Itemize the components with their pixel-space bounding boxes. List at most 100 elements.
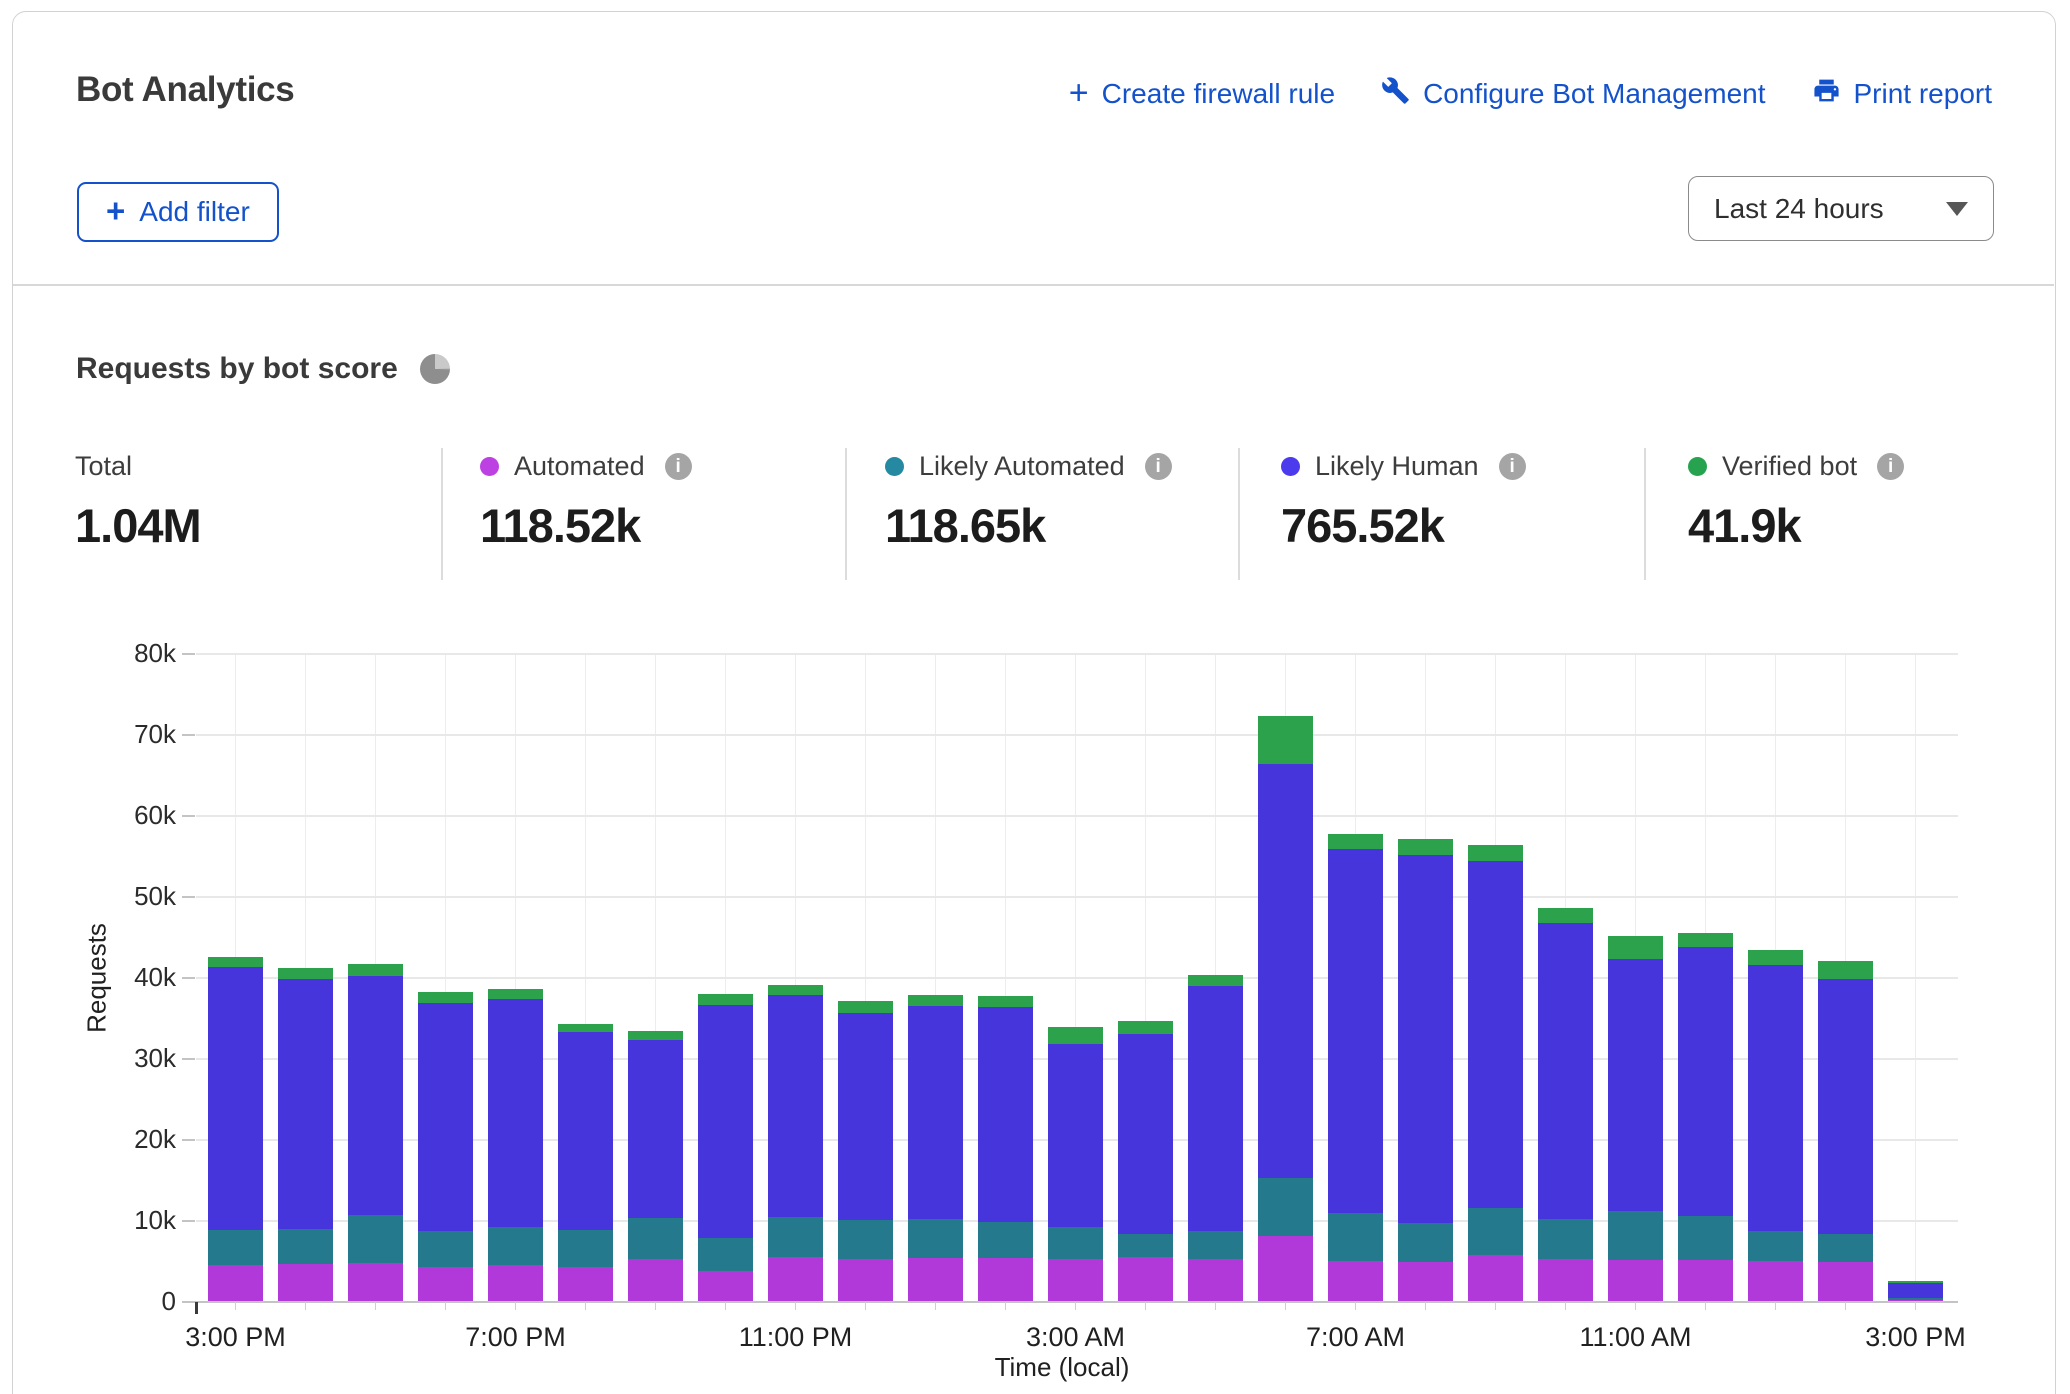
bar-segment-automated[interactable] xyxy=(1468,1255,1523,1302)
bar-segment-verified-bot[interactable] xyxy=(908,995,963,1006)
bar-segment-verified-bot[interactable] xyxy=(768,985,823,995)
bar-segment-verified-bot[interactable] xyxy=(1188,975,1243,986)
bar-segment-likely-human[interactable] xyxy=(768,995,823,1217)
bar-segment-likely-human[interactable] xyxy=(1188,986,1243,1231)
bar-segment-likely-automated[interactable] xyxy=(1398,1223,1453,1263)
bar-segment-verified-bot[interactable] xyxy=(278,968,333,979)
bar-segment-likely-human[interactable] xyxy=(628,1040,683,1217)
bar-segment-automated[interactable] xyxy=(1258,1236,1313,1302)
bar-segment-automated[interactable] xyxy=(628,1259,683,1302)
bar-segment-likely-human[interactable] xyxy=(1398,855,1453,1223)
bar-segment-likely-automated[interactable] xyxy=(628,1218,683,1259)
bar-segment-likely-human[interactable] xyxy=(1328,849,1383,1213)
bar-segment-automated[interactable] xyxy=(838,1259,893,1302)
bar-segment-likely-automated[interactable] xyxy=(1118,1234,1173,1257)
bar-segment-likely-automated[interactable] xyxy=(278,1229,333,1264)
bar-segment-automated[interactable] xyxy=(1188,1259,1243,1302)
bar-segment-likely-human[interactable] xyxy=(1888,1283,1943,1298)
bar-segment-likely-automated[interactable] xyxy=(908,1219,963,1259)
bar-segment-automated[interactable] xyxy=(1678,1260,1733,1302)
bar-segment-likely-automated[interactable] xyxy=(1608,1211,1663,1260)
bar-segment-likely-automated[interactable] xyxy=(208,1230,263,1265)
bar-segment-likely-human[interactable] xyxy=(698,1005,753,1238)
bar-segment-likely-human[interactable] xyxy=(1678,947,1733,1216)
bar-segment-likely-human[interactable] xyxy=(278,979,333,1229)
bar-segment-likely-human[interactable] xyxy=(1468,861,1523,1208)
bar-segment-verified-bot[interactable] xyxy=(698,994,753,1005)
bar-segment-verified-bot[interactable] xyxy=(1398,839,1453,855)
bar-segment-automated[interactable] xyxy=(1538,1259,1593,1302)
bar-segment-likely-automated[interactable] xyxy=(1748,1231,1803,1261)
bar-segment-automated[interactable] xyxy=(208,1265,263,1302)
bar-segment-automated[interactable] xyxy=(1328,1261,1383,1302)
bar-segment-likely-automated[interactable] xyxy=(1328,1213,1383,1261)
bar-segment-automated[interactable] xyxy=(348,1263,403,1302)
bar-segment-likely-automated[interactable] xyxy=(978,1222,1033,1258)
bar-segment-likely-human[interactable] xyxy=(978,1007,1033,1222)
bar-segment-likely-human[interactable] xyxy=(488,999,543,1227)
bar-segment-likely-automated[interactable] xyxy=(698,1238,753,1271)
bar-segment-verified-bot[interactable] xyxy=(348,964,403,975)
bar-segment-automated[interactable] xyxy=(1818,1262,1873,1302)
bar-segment-automated[interactable] xyxy=(768,1257,823,1302)
bar-segment-verified-bot[interactable] xyxy=(418,992,473,1003)
bar-segment-likely-human[interactable] xyxy=(208,967,263,1230)
bar-segment-likely-human[interactable] xyxy=(838,1013,893,1220)
bar-segment-likely-automated[interactable] xyxy=(1468,1208,1523,1255)
bar-segment-verified-bot[interactable] xyxy=(1048,1027,1103,1043)
bar-segment-likely-automated[interactable] xyxy=(1818,1234,1873,1262)
bar-segment-likely-human[interactable] xyxy=(1258,764,1313,1178)
bar-segment-verified-bot[interactable] xyxy=(488,989,543,1000)
bar-segment-verified-bot[interactable] xyxy=(1888,1281,1943,1282)
bar-segment-likely-automated[interactable] xyxy=(1048,1227,1103,1259)
bar-segment-automated[interactable] xyxy=(1398,1262,1453,1302)
bar-segment-automated[interactable] xyxy=(698,1271,753,1302)
bar-segment-likely-human[interactable] xyxy=(1818,979,1873,1234)
bar-segment-automated[interactable] xyxy=(978,1258,1033,1302)
bar-segment-verified-bot[interactable] xyxy=(1748,950,1803,965)
bar-segment-likely-human[interactable] xyxy=(1538,923,1593,1219)
bar-segment-automated[interactable] xyxy=(418,1267,473,1302)
bar-segment-verified-bot[interactable] xyxy=(628,1031,683,1040)
bar-segment-likely-human[interactable] xyxy=(1748,965,1803,1231)
bar-segment-automated[interactable] xyxy=(558,1267,613,1302)
bar-segment-likely-automated[interactable] xyxy=(838,1220,893,1259)
bar-segment-verified-bot[interactable] xyxy=(1328,834,1383,849)
bar-segment-likely-automated[interactable] xyxy=(1538,1219,1593,1259)
bar-segment-likely-automated[interactable] xyxy=(1188,1231,1243,1259)
bar-segment-likely-automated[interactable] xyxy=(768,1217,823,1258)
bar-segment-verified-bot[interactable] xyxy=(1538,908,1593,923)
bar-segment-likely-automated[interactable] xyxy=(1678,1216,1733,1260)
bar-segment-automated[interactable] xyxy=(908,1258,963,1302)
bar-segment-automated[interactable] xyxy=(488,1265,543,1302)
bar-segment-likely-human[interactable] xyxy=(418,1003,473,1231)
bar-segment-likely-human[interactable] xyxy=(1118,1034,1173,1234)
bar-segment-verified-bot[interactable] xyxy=(978,996,1033,1007)
bar-segment-likely-automated[interactable] xyxy=(418,1231,473,1267)
bar-segment-automated[interactable] xyxy=(278,1264,333,1302)
bar-segment-likely-human[interactable] xyxy=(558,1032,613,1230)
bar-segment-verified-bot[interactable] xyxy=(1468,845,1523,860)
bar-segment-verified-bot[interactable] xyxy=(838,1001,893,1013)
x-axis-label: Time (local) xyxy=(995,1352,1130,1383)
bar-segment-verified-bot[interactable] xyxy=(1258,716,1313,765)
bar-segment-likely-automated[interactable] xyxy=(1888,1298,1943,1300)
bar-segment-likely-automated[interactable] xyxy=(348,1215,403,1264)
bar-segment-likely-human[interactable] xyxy=(908,1006,963,1218)
bar-segment-automated[interactable] xyxy=(1048,1259,1103,1302)
bar-segment-likely-human[interactable] xyxy=(348,976,403,1215)
bar-segment-verified-bot[interactable] xyxy=(1118,1021,1173,1034)
bar-segment-automated[interactable] xyxy=(1748,1261,1803,1302)
bar-segment-likely-automated[interactable] xyxy=(1258,1178,1313,1236)
bar-segment-likely-automated[interactable] xyxy=(558,1230,613,1267)
bar-segment-automated[interactable] xyxy=(1118,1257,1173,1302)
bar-segment-likely-automated[interactable] xyxy=(488,1227,543,1265)
bar-segment-likely-human[interactable] xyxy=(1048,1044,1103,1227)
bar-segment-verified-bot[interactable] xyxy=(1678,933,1733,947)
bar-segment-verified-bot[interactable] xyxy=(558,1024,613,1032)
bar-segment-verified-bot[interactable] xyxy=(1818,961,1873,979)
bar-segment-likely-human[interactable] xyxy=(1608,959,1663,1212)
bar-segment-verified-bot[interactable] xyxy=(208,957,263,967)
bar-segment-verified-bot[interactable] xyxy=(1608,936,1663,959)
bar-segment-automated[interactable] xyxy=(1608,1260,1663,1302)
